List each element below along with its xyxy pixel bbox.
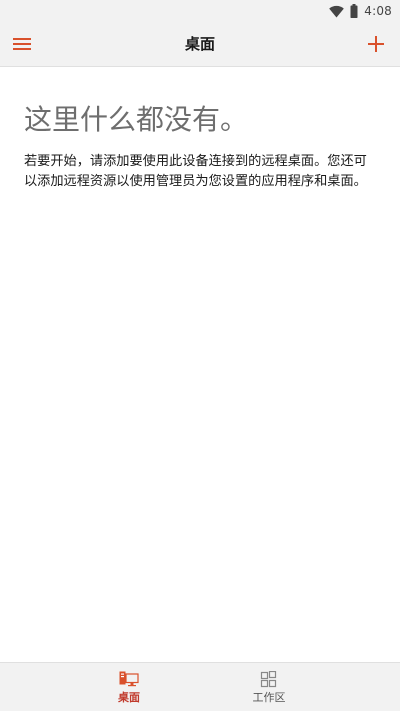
wifi-icon	[329, 5, 345, 18]
app-bar: 桌面	[0, 22, 400, 67]
add-button[interactable]	[360, 28, 392, 60]
tab-desktops-label: 桌面	[118, 691, 140, 704]
battery-icon	[350, 4, 358, 18]
empty-state-title: 这里什么都没有。	[24, 103, 249, 136]
status-time: 4:08	[364, 4, 392, 18]
status-bar: 4:08	[0, 0, 400, 22]
desktop-icon	[119, 671, 139, 687]
app-screen: 4:08 桌面 这里什么都没有。 若要开始，请添加要使用此设备连接到的远程桌面。…	[0, 0, 400, 711]
empty-state-description: 若要开始，请添加要使用此设备连接到的远程桌面。您还可以添加远程资源以使用管理员为…	[24, 154, 367, 189]
menu-icon	[13, 38, 31, 50]
add-icon	[368, 36, 384, 52]
tab-workspaces[interactable]: 工作区	[239, 663, 299, 711]
tab-workspaces-label: 工作区	[252, 691, 286, 704]
status-icons: 4:08	[329, 2, 392, 20]
tab-desktops[interactable]: 桌面	[99, 663, 159, 711]
empty-state: 这里什么都没有。 若要开始，请添加要使用此设备连接到的远程桌面。您还可以添加远程…	[24, 100, 380, 192]
bottom-nav: 桌面 工作区	[0, 662, 400, 711]
page-title: 桌面	[184, 35, 215, 53]
menu-button[interactable]	[6, 28, 38, 60]
workspaces-icon	[260, 671, 277, 688]
